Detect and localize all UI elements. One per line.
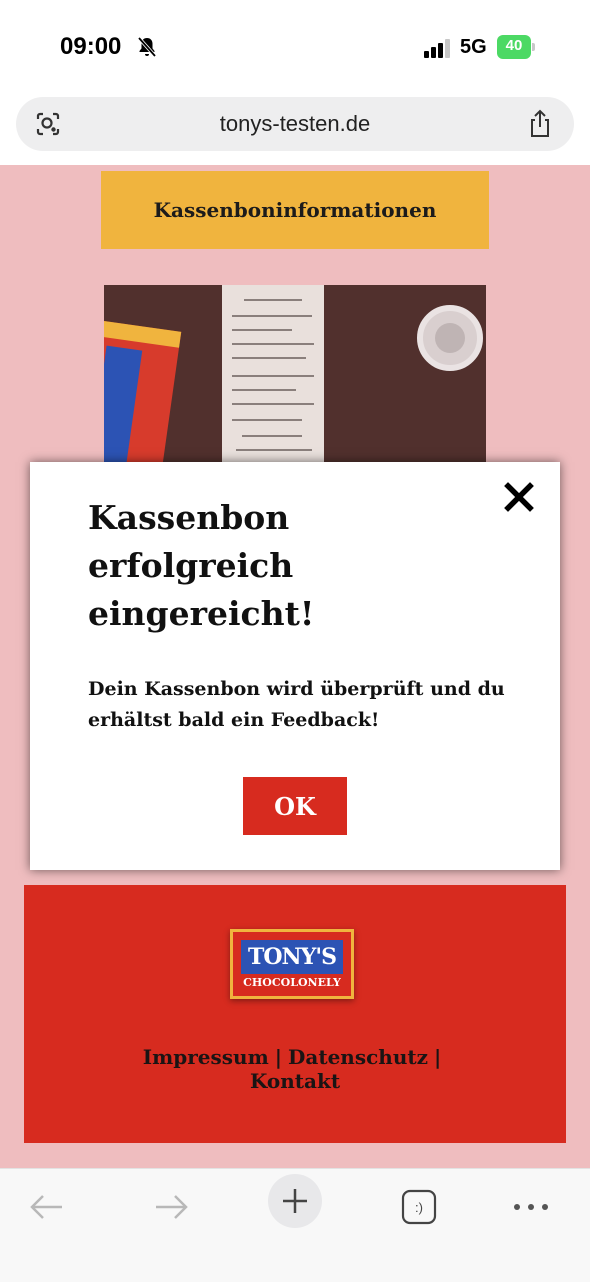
- receipt-line: [232, 343, 314, 345]
- footer: TONY'S CHOCOLONELY Impressum | Datenschutz…: [24, 885, 566, 1143]
- browser-toolbar: :): [0, 1168, 590, 1282]
- tabs-icon: :): [401, 1189, 437, 1225]
- battery-tip: [532, 43, 535, 51]
- chocolate-box-image: [104, 321, 182, 465]
- more-button[interactable]: [506, 1177, 556, 1237]
- datenschutz-link[interactable]: Datenschutz: [288, 1045, 428, 1069]
- plus-icon: [283, 1189, 307, 1213]
- modal-title: Kassenbon erfolgreich eingereicht!: [88, 498, 315, 633]
- receipt-line: [232, 329, 292, 331]
- battery-icon: 40: [497, 35, 535, 59]
- receipt-line: [232, 389, 296, 391]
- signal-icon: [424, 39, 450, 58]
- battery-level: 40: [505, 37, 523, 54]
- receipt-line: [232, 403, 314, 405]
- network-label: 5G: [460, 36, 487, 58]
- ok-button[interactable]: OK: [243, 777, 347, 835]
- back-arrow-icon: [30, 1195, 62, 1219]
- receipt-line: [236, 449, 312, 451]
- more-icon: [514, 1204, 548, 1210]
- status-bar: 09:00 5G 40: [0, 0, 590, 95]
- logo-text: TONY'S: [248, 944, 337, 970]
- receipt-line: [242, 435, 302, 437]
- cup-image: [417, 305, 483, 371]
- tabs-button[interactable]: :): [396, 1177, 442, 1237]
- impressum-link[interactable]: Impressum: [143, 1045, 269, 1069]
- kontakt-link[interactable]: Kontakt: [250, 1069, 340, 1093]
- logo-subtext: CHOCOLONELY: [243, 976, 341, 989]
- receipt-line: [232, 375, 314, 377]
- status-time: 09:00: [60, 33, 122, 60]
- share-icon[interactable]: [526, 109, 554, 139]
- chocolate-box-top: [104, 321, 182, 348]
- chocolate-box-label: [104, 345, 143, 465]
- receipt-line: [244, 299, 302, 301]
- receipt-heading: Kassenboninformationen: [101, 171, 489, 249]
- back-button[interactable]: [20, 1177, 74, 1237]
- forward-arrow-icon: [156, 1195, 188, 1219]
- url-text[interactable]: tonys-testen.de: [16, 111, 574, 137]
- bell-slash-icon: [137, 36, 157, 58]
- cup-inner: [435, 323, 465, 353]
- close-icon[interactable]: [500, 478, 538, 516]
- address-bar[interactable]: tonys-testen.de: [16, 97, 574, 151]
- new-tab-button[interactable]: [268, 1174, 322, 1228]
- tonys-logo: TONY'S CHOCOLONELY: [230, 929, 354, 999]
- link-separator: |: [274, 1045, 283, 1069]
- receipt-paper: [222, 285, 324, 465]
- link-separator: |: [433, 1045, 442, 1069]
- tabs-label: :): [415, 1200, 423, 1215]
- forward-button[interactable]: [144, 1177, 198, 1237]
- receipt-line: [232, 315, 312, 317]
- success-modal: Kassenbon erfolgreich eingereicht! Dein …: [30, 462, 560, 870]
- footer-links: Impressum | Datenschutz | Kontakt: [24, 1045, 566, 1093]
- receipt-line: [232, 357, 306, 359]
- receipt-line: [232, 419, 302, 421]
- modal-message: Dein Kassenbon wird überprüft und du erh…: [88, 678, 505, 731]
- receipt-photo: [104, 285, 486, 465]
